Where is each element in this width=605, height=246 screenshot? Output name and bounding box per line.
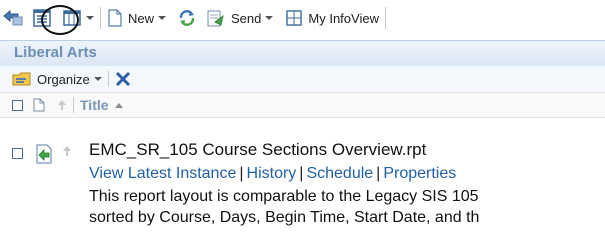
send-icon: [207, 10, 224, 27]
new-button[interactable]: New: [107, 6, 167, 30]
link-separator: |: [376, 165, 381, 182]
report-description: This report layout is comparable to the …: [89, 186, 479, 228]
title-column-header[interactable]: Title: [80, 97, 109, 113]
new-label: New: [128, 10, 155, 26]
column-divider: [73, 97, 74, 113]
chevron-down-icon[interactable]: [86, 16, 94, 20]
list-item: EMC_SR_105 Course Sections Overview.rpt …: [0, 130, 605, 246]
delete-x-icon: [115, 71, 130, 87]
main-toolbar: New Send My InfoView: [0, 0, 605, 36]
view-latest-instance-link[interactable]: View Latest Instance: [89, 165, 236, 182]
list-view-icon: [33, 9, 51, 27]
chevron-down-icon[interactable]: [265, 16, 274, 20]
select-all-checkbox[interactable]: [12, 99, 23, 111]
description-line: sorted by Course, Days, Begin Time, Star…: [89, 209, 480, 226]
sort-ascending-icon[interactable]: [114, 102, 123, 108]
type-column-document-icon[interactable]: [33, 98, 45, 112]
send-label: Send: [231, 10, 262, 26]
history-link[interactable]: History: [247, 165, 297, 182]
up-folder-button[interactable]: [2, 6, 24, 30]
toolbar-divider: [107, 71, 109, 87]
refresh-button[interactable]: [178, 6, 196, 30]
description-line: This report layout is comparable to the …: [89, 188, 479, 205]
report-actions: View Latest Instance | History | Schedule | Pr…: [89, 165, 456, 183]
properties-link[interactable]: Properties: [383, 165, 456, 182]
list-view-button[interactable]: [32, 6, 52, 30]
organize-bar: Organize: [0, 66, 605, 92]
new-document-icon: [108, 9, 122, 27]
chevron-down-icon[interactable]: [158, 16, 167, 20]
link-separator: |: [239, 165, 244, 182]
columns-view-icon: [63, 10, 81, 26]
folder-title: Liberal Arts: [0, 40, 605, 66]
organize-folder-icon: [12, 72, 31, 86]
toolbar-divider: [384, 7, 386, 29]
toolbar-divider: [100, 7, 101, 29]
columns-view-button[interactable]: [62, 6, 94, 30]
folder-up-icon: [3, 9, 23, 26]
my-infoview-icon: [286, 10, 303, 26]
priority-icon: [63, 146, 71, 156]
link-separator: |: [299, 165, 304, 182]
column-header: Title: [0, 92, 605, 118]
my-infoview-button[interactable]: My InfoView: [285, 6, 379, 30]
delete-button[interactable]: [115, 67, 131, 91]
row-checkbox[interactable]: [12, 148, 23, 159]
crystal-report-icon[interactable]: [33, 143, 55, 165]
schedule-link[interactable]: Schedule: [306, 165, 373, 182]
chevron-down-icon[interactable]: [93, 77, 102, 81]
report-title[interactable]: EMC_SR_105 Course Sections Overview.rpt: [89, 140, 426, 160]
my-infoview-label: My InfoView: [308, 10, 379, 26]
priority-column-icon[interactable]: [57, 99, 67, 111]
organize-button[interactable]: Organize: [12, 67, 102, 91]
organize-label: Organize: [37, 71, 90, 87]
refresh-icon: [179, 10, 195, 26]
send-button[interactable]: Send: [206, 6, 274, 30]
infoview-window: New Send My InfoView Liberal Arts Organi…: [0, 0, 605, 246]
